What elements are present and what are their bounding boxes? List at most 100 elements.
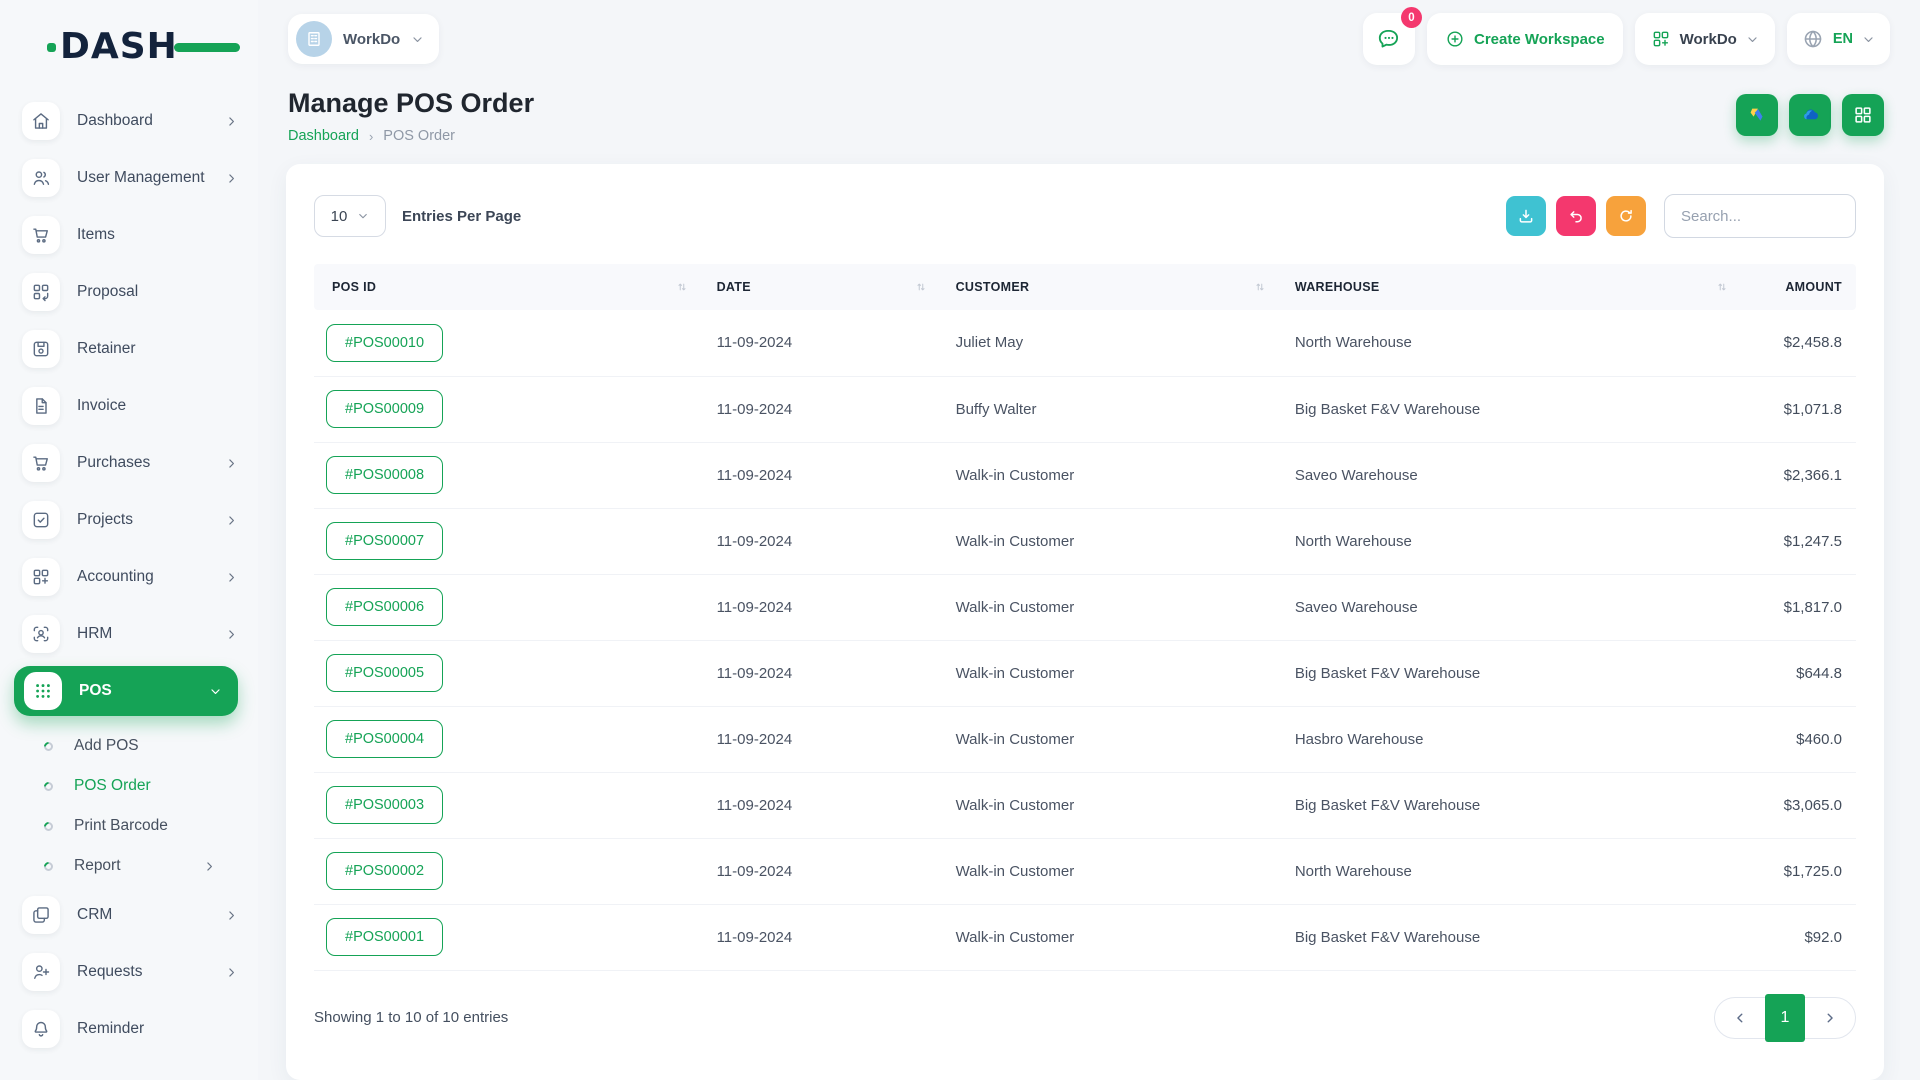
brand-logo[interactable]: DASH: [60, 24, 192, 68]
cell-date: 11-09-2024: [703, 574, 942, 640]
column-header-warehouse[interactable]: WAREHOUSE: [1281, 264, 1744, 310]
sidebar-item-label: Requests: [77, 963, 208, 981]
sidebar-subitem-print-barcode[interactable]: Print Barcode: [44, 806, 258, 846]
table-actions: [1506, 194, 1856, 238]
bullet-icon: [42, 860, 55, 873]
app-switcher-button[interactable]: WorkDo: [1635, 13, 1775, 65]
sidebar-subitem-pos-order[interactable]: POS Order: [44, 766, 258, 806]
sidebar-item-pos[interactable]: POS: [14, 666, 238, 716]
pos-id-badge[interactable]: #POS00006: [326, 588, 443, 626]
bell-icon: [22, 1010, 60, 1048]
save-icon: [22, 330, 60, 368]
onedrive-button[interactable]: [1789, 94, 1831, 136]
page-header: Manage POS Order Dashboard › POS Order: [258, 72, 1920, 144]
chevron-down-icon: [1746, 33, 1759, 46]
prev-page-button[interactable]: [1715, 1011, 1765, 1025]
pos-id-badge[interactable]: #POS00008: [326, 456, 443, 494]
sidebar-item-user-management[interactable]: User Management: [0, 153, 258, 203]
export-button[interactable]: [1506, 196, 1546, 236]
cell-customer: Buffy Walter: [942, 376, 1281, 442]
table-row: #POS0000811-09-2024Walk-in CustomerSaveo…: [314, 442, 1856, 508]
column-header-pos-id[interactable]: POS ID: [314, 264, 703, 310]
search-input[interactable]: [1664, 194, 1856, 238]
cell-amount: $644.8: [1743, 640, 1856, 706]
home-icon: [22, 102, 60, 140]
entries-per-page-label: Entries Per Page: [402, 208, 521, 225]
sidebar-item-items[interactable]: Items: [0, 210, 258, 260]
language-selector[interactable]: EN: [1787, 13, 1890, 65]
messages-button[interactable]: 0: [1363, 13, 1415, 65]
sort-icon[interactable]: [914, 280, 928, 294]
cell-customer: Walk-in Customer: [942, 904, 1281, 970]
pos-id-badge[interactable]: #POS00001: [326, 918, 443, 956]
cell-amount: $3,065.0: [1743, 772, 1856, 838]
cell-customer: Walk-in Customer: [942, 838, 1281, 904]
table-row: #POS0000711-09-2024Walk-in CustomerNorth…: [314, 508, 1856, 574]
column-header-date[interactable]: DATE: [703, 264, 942, 310]
apps-grid-icon: [1852, 104, 1874, 126]
cell-date: 11-09-2024: [703, 310, 942, 376]
cell-warehouse: Saveo Warehouse: [1281, 442, 1744, 508]
column-header-label: DATE: [717, 280, 751, 294]
chevron-right-icon: [225, 966, 238, 979]
sidebar-item-dashboard[interactable]: Dashboard: [0, 96, 258, 146]
sidebar-subitem-add-pos[interactable]: Add POS: [44, 726, 258, 766]
google-drive-button[interactable]: [1736, 94, 1778, 136]
cell-warehouse: Big Basket F&V Warehouse: [1281, 640, 1744, 706]
pos-id-badge[interactable]: #POS00010: [326, 324, 443, 362]
pos-id-badge[interactable]: #POS00007: [326, 522, 443, 560]
pos-id-badge[interactable]: #POS00009: [326, 390, 443, 428]
pos-id-badge[interactable]: #POS00003: [326, 786, 443, 824]
next-page-button[interactable]: [1805, 1011, 1855, 1025]
sort-icon[interactable]: [1253, 280, 1267, 294]
cell-warehouse: Hasbro Warehouse: [1281, 706, 1744, 772]
table-row: #POS0000411-09-2024Walk-in CustomerHasbr…: [314, 706, 1856, 772]
sidebar-menu: Dashboard User Management Items Proposal Ret…: [0, 96, 258, 1054]
current-page-button[interactable]: 1: [1765, 994, 1805, 1042]
sidebar-subitem-label: Add POS: [74, 737, 216, 755]
sort-icon[interactable]: [675, 280, 689, 294]
sidebar-item-hrm[interactable]: HRM: [0, 609, 258, 659]
pos-id-badge[interactable]: #POS00002: [326, 852, 443, 890]
globe-icon: [1802, 28, 1824, 50]
page-title: Manage POS Order: [288, 88, 534, 119]
sidebar-item-crm[interactable]: CRM: [0, 890, 258, 940]
grid-view-button[interactable]: [1842, 94, 1884, 136]
sidebar-subitem-report[interactable]: Report: [44, 846, 258, 886]
sidebar-item-requests[interactable]: Requests: [0, 947, 258, 997]
sidebar-item-retainer[interactable]: Retainer: [0, 324, 258, 374]
cell-amount: $1,071.8: [1743, 376, 1856, 442]
breadcrumb-dashboard-link[interactable]: Dashboard: [288, 128, 359, 144]
chevron-right-icon: [225, 172, 238, 185]
undo-button[interactable]: [1556, 196, 1596, 236]
pagination: 1: [1714, 997, 1856, 1039]
pos-id-badge[interactable]: #POS00004: [326, 720, 443, 758]
workspace-selector[interactable]: WorkDo: [288, 14, 439, 64]
cell-warehouse: Big Basket F&V Warehouse: [1281, 904, 1744, 970]
chevron-right-icon: [225, 628, 238, 641]
sidebar-item-proposal[interactable]: Proposal: [0, 267, 258, 317]
cell-warehouse: Saveo Warehouse: [1281, 574, 1744, 640]
sidebar-item-projects[interactable]: Projects: [0, 495, 258, 545]
sort-icon[interactable]: [1715, 280, 1729, 294]
entries-per-page-select[interactable]: 10: [314, 195, 386, 237]
sidebar-item-reminder[interactable]: Reminder: [0, 1004, 258, 1054]
chevron-down-icon: [411, 33, 424, 46]
sidebar-item-invoice[interactable]: Invoice: [0, 381, 258, 431]
sidebar-item-label: Accounting: [77, 568, 208, 586]
create-workspace-label: Create Workspace: [1474, 31, 1605, 48]
sidebar-subitem-label: Print Barcode: [74, 817, 216, 835]
cell-amount: $1,247.5: [1743, 508, 1856, 574]
column-header-customer[interactable]: CUSTOMER: [942, 264, 1281, 310]
cell-customer: Walk-in Customer: [942, 640, 1281, 706]
table-row: #POS0000911-09-2024Buffy WalterBig Baske…: [314, 376, 1856, 442]
create-workspace-button[interactable]: Create Workspace: [1427, 13, 1623, 65]
sidebar-item-purchases[interactable]: Purchases: [0, 438, 258, 488]
pos-orders-table: POS IDDATECUSTOMERWAREHOUSEAMOUNT #POS00…: [314, 264, 1856, 971]
onedrive-icon: [1799, 104, 1821, 126]
sidebar-item-accounting[interactable]: Accounting: [0, 552, 258, 602]
sidebar-item-label: User Management: [77, 169, 208, 187]
topbar: WorkDo 0 Create Workspace WorkDo: [258, 0, 1920, 72]
refresh-button[interactable]: [1606, 196, 1646, 236]
pos-id-badge[interactable]: #POS00005: [326, 654, 443, 692]
